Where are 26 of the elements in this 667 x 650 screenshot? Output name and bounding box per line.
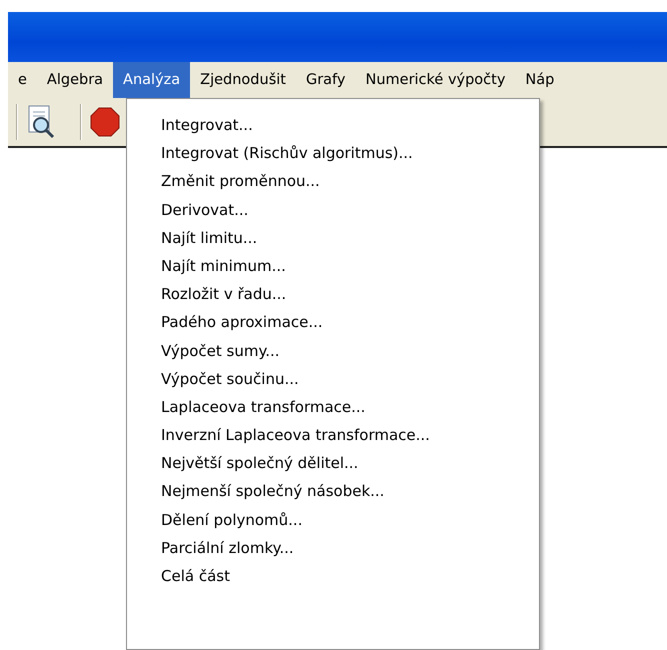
menu-item[interactable]: Numerické výpočty [355,62,516,98]
menu-option[interactable]: Padého aproximace... [127,308,539,336]
menu-option[interactable]: Výpočet sumy... [127,336,539,365]
menu-option[interactable]: Derivovat... [127,196,539,224]
menu-option[interactable]: Najít limitu... [127,224,539,252]
menu-item[interactable]: Zjednodušit [190,62,296,98]
menu-option[interactable]: Změnit proměnnou... [127,167,539,196]
stop-sign-icon[interactable] [90,107,120,137]
menu-option[interactable]: Parciální zlomky... [127,534,539,562]
menu-option[interactable]: Největší společný dělitel... [127,449,539,478]
menu-item[interactable]: Náp [515,62,564,98]
menu-option[interactable]: Laplaceova transformace... [127,392,539,422]
menu-option[interactable]: Integrovat... [127,111,539,140]
menu-option[interactable]: Najít minimum... [127,252,539,280]
menu-item[interactable]: e [8,62,37,98]
menu-item[interactable]: Grafy [296,62,356,98]
menu-option[interactable]: Dělení polynomů... [127,506,539,534]
menu-item[interactable]: Algebra [36,62,114,98]
menu-option[interactable]: Integrovat (Rischův algoritmus)... [127,139,539,168]
menu-option[interactable]: Nejmenší společný násobek... [127,477,539,506]
magnifier-document-icon[interactable] [26,105,56,139]
menu-item[interactable]: Analýza [113,62,190,98]
menu-option[interactable]: Rozložit v řadu... [127,280,539,308]
menu-option[interactable]: Celá část [127,562,539,590]
menu-option[interactable]: Výpočet součinu... [127,364,539,393]
menu-option[interactable]: Inverzní Laplaceova transformace... [127,421,539,450]
